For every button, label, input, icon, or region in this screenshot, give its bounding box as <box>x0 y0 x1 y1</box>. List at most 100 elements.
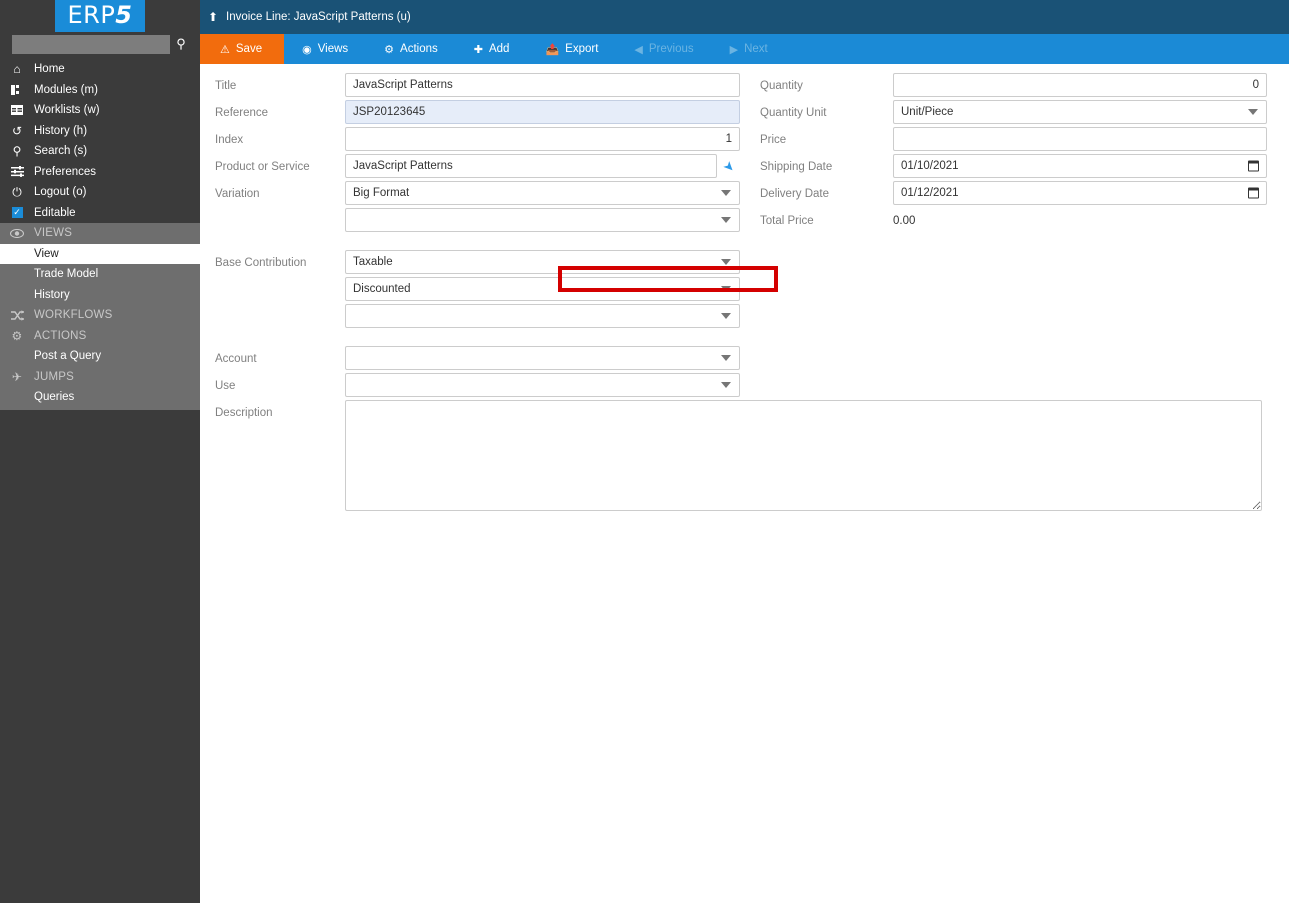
sidebar-item-label: History (h) <box>34 124 88 137</box>
chevron-down-icon <box>721 355 731 361</box>
sidebar-item-worklists[interactable]: Worklists (w) <box>0 100 200 121</box>
eye-icon: ◉ <box>302 43 312 56</box>
sidebar-item-preferences[interactable]: Preferences <box>0 162 200 183</box>
quantity-input[interactable] <box>893 73 1267 97</box>
sidebar-search-row: ⚲ <box>0 32 200 57</box>
product-or-service-input[interactable] <box>345 154 717 178</box>
field-label: Delivery Date <box>760 188 830 200</box>
price-input[interactable] <box>893 127 1267 151</box>
field-quantity: Quantity <box>760 73 1274 97</box>
sidebar-section-jumps[interactable]: ✈ JUMPS <box>0 367 200 388</box>
delivery-date-input[interactable] <box>893 181 1267 205</box>
sidebar-item-queries[interactable]: Queries <box>0 387 200 408</box>
gear-icon: ⚙ <box>11 328 23 343</box>
sidebar-item-view[interactable]: View <box>0 243 200 264</box>
sidebar-item-trade-model[interactable]: Trade Model <box>0 264 200 285</box>
field-description: Description <box>215 400 1262 516</box>
account-select[interactable] <box>345 346 740 370</box>
previous-button[interactable]: ◀ Previous <box>616 34 711 64</box>
next-button-label: Next <box>744 43 768 55</box>
field-label: Reference <box>215 107 269 119</box>
quantity-unit-select[interactable]: Unit/Piece <box>893 100 1267 124</box>
sidebar-section-label: VIEWS <box>34 227 73 240</box>
views-button-label: Views <box>317 43 349 55</box>
sidebar-sub-nav: VIEWS View Trade Model History WORKFLOWS <box>0 223 200 410</box>
sidebar-section-label: JUMPS <box>34 370 74 383</box>
add-button[interactable]: ✚ Add <box>456 34 528 64</box>
reference-input[interactable] <box>345 100 740 124</box>
eye-icon <box>0 228 34 238</box>
arrow-up-icon[interactable]: ⬆ <box>200 10 226 24</box>
field-price: Price <box>760 127 1274 151</box>
sidebar-section-views[interactable]: VIEWS <box>0 223 200 244</box>
sidebar-section-label: WORKFLOWS <box>34 309 113 322</box>
sidebar-item-editable[interactable]: ✓ Editable <box>0 203 200 224</box>
variation-select-1-value: Big Format <box>353 187 410 199</box>
sidebar-item-history-sub[interactable]: History <box>0 285 200 306</box>
sidebar-item-history[interactable]: ↺ History (h) <box>0 121 200 142</box>
sidebar-item-label: Home <box>34 63 65 76</box>
sidebar-item-home[interactable]: ⌂ Home <box>0 59 200 80</box>
field-label: Account <box>215 353 257 365</box>
sidebar-item-label: History <box>34 288 70 301</box>
logo-text: ERP <box>67 1 116 29</box>
field-label: Total Price <box>760 215 814 227</box>
chevron-down-icon <box>721 190 731 196</box>
page-header: ⬆ Invoice Line: JavaScript Patterns (u) <box>200 0 1289 34</box>
actions-button[interactable]: ⚙ Actions <box>366 34 456 64</box>
sidebar-item-search[interactable]: ⚲ Search (s) <box>0 141 200 162</box>
field-delivery-date: Delivery Date <box>760 181 1274 205</box>
base-contribution-select-1[interactable]: Taxable <box>345 250 740 274</box>
actions-button-label: Actions <box>400 43 438 55</box>
erp5-logo[interactable]: ERP5 <box>55 0 145 32</box>
sliders-icon <box>0 166 34 178</box>
sidebar-section-workflows[interactable]: WORKFLOWS <box>0 305 200 326</box>
base-contribution-select-2[interactable]: Discounted <box>345 277 740 301</box>
shipping-date-input[interactable] <box>893 154 1267 178</box>
views-button[interactable]: ◉ Views <box>284 34 366 64</box>
title-input[interactable] <box>345 73 740 97</box>
variation-select-2[interactable] <box>345 208 740 232</box>
page-title: Invoice Line: JavaScript Patterns (u) <box>226 11 411 23</box>
field-label: Quantity <box>760 80 803 92</box>
sidebar-item-modules[interactable]: Modules (m) <box>0 80 200 101</box>
field-label: Index <box>215 134 244 146</box>
sidebar-item-label: Preferences <box>34 165 97 178</box>
save-button[interactable]: ⚠ Save <box>200 34 285 64</box>
variation-select-1[interactable]: Big Format <box>345 181 740 205</box>
search-icon: ⚲ <box>12 144 22 159</box>
field-use: Use <box>215 373 760 397</box>
logo-suffix: 5 <box>115 1 133 29</box>
field-label: Product or Service <box>215 161 310 173</box>
field-label: Shipping Date <box>760 161 833 173</box>
sidebar-item-label: Post a Query <box>34 350 102 363</box>
field-variation: Variation Big Format <box>215 181 760 232</box>
save-button-label: Save <box>235 43 263 55</box>
checkbox-checked-icon[interactable]: ✓ <box>0 207 34 219</box>
base-contribution-select-2-value: Discounted <box>353 283 411 295</box>
export-button[interactable]: 📤 Export <box>527 34 616 64</box>
warning-triangle-icon: ⚠ <box>220 43 230 56</box>
pin-icon[interactable]: ➤ <box>720 157 738 175</box>
chevron-down-icon <box>721 382 731 388</box>
field-label: Variation <box>215 188 260 200</box>
sidebar-section-actions[interactable]: ⚙ ACTIONS <box>0 326 200 347</box>
sidebar-item-label: Worklists (w) <box>34 104 100 117</box>
use-select[interactable] <box>345 373 740 397</box>
field-reference: Reference <box>215 100 760 124</box>
search-input[interactable] <box>12 34 170 54</box>
field-label: Quantity Unit <box>760 107 827 119</box>
previous-button-label: Previous <box>648 43 694 55</box>
index-input[interactable] <box>345 127 740 151</box>
erp5-page: ERP5 ⚲ ⌂ Home Modules (m) Worklists (w) <box>0 0 1289 903</box>
field-label: Description <box>215 407 273 419</box>
sidebar-main-nav: ⌂ Home Modules (m) Worklists (w) ↺ Histo… <box>0 57 200 223</box>
sidebar-item-logout[interactable]: ⏻ Logout (o) <box>0 182 200 203</box>
description-textarea[interactable] <box>345 400 1262 511</box>
base-contribution-select-3[interactable] <box>345 304 740 328</box>
search-icon[interactable]: ⚲ <box>170 34 192 54</box>
sidebar-item-label: Logout (o) <box>34 186 87 199</box>
sidebar-item-post-a-query[interactable]: Post a Query <box>0 346 200 367</box>
add-button-label: Add <box>488 43 510 55</box>
next-button[interactable]: ▶ Next <box>712 34 786 64</box>
